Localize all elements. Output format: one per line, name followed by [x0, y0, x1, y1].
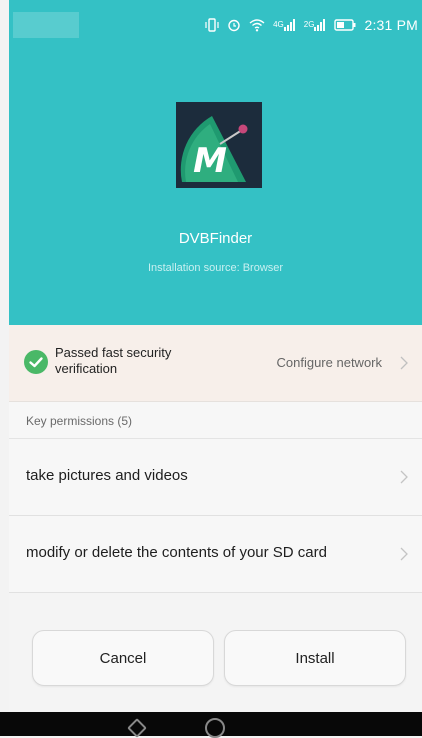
verification-text: Passed fast security verification: [55, 345, 172, 376]
permission-item-camera[interactable]: take pictures and videos: [9, 439, 422, 516]
network-b-label: 2G: [303, 20, 315, 29]
chevron-right-icon: [400, 547, 408, 561]
permission-item-storage[interactable]: modify or delete the contents of your SD…: [9, 516, 422, 593]
configure-network-link[interactable]: Configure network: [277, 355, 383, 370]
battery-icon: [334, 19, 356, 31]
app-icon: M: [176, 102, 262, 188]
cancel-button[interactable]: Cancel: [32, 630, 214, 686]
signal-2g-icon: 2G: [304, 19, 327, 31]
permissions-header: Key permissions (5): [9, 402, 422, 439]
install-screen: 4G 2G 2:31 PM M DVBFinder Installation s…: [9, 0, 422, 736]
home-nav-icon[interactable]: [205, 718, 225, 738]
permissions-header-label: Key permissions (5): [26, 414, 133, 428]
back-nav-icon[interactable]: [127, 718, 147, 738]
check-icon: [24, 350, 48, 374]
wifi-icon: [249, 18, 265, 32]
signal-4g-icon: 4G: [273, 19, 296, 31]
app-header: 4G 2G 2:31 PM M DVBFinder Installation s…: [9, 0, 422, 325]
status-time: 2:31 PM: [364, 17, 418, 33]
installation-source: Installation source: Browser: [147, 262, 284, 274]
status-icons: 4G 2G 2:31 PM: [205, 17, 418, 33]
permission-label: modify or delete the contents of your SD…: [26, 544, 327, 561]
app-name: DVBFinder: [178, 230, 253, 247]
navigation-bar: [0, 712, 422, 738]
install-button[interactable]: Install: [224, 630, 406, 686]
status-bar: 4G 2G 2:31 PM: [9, 10, 422, 40]
app-icon-letter: M: [193, 141, 227, 181]
status-notification-ghost: [13, 12, 79, 38]
alarm-icon: [227, 18, 241, 32]
network-a-label: 4G: [273, 20, 284, 29]
left-edge: [0, 0, 9, 736]
security-verification-row[interactable]: Passed fast security verification Config…: [9, 325, 422, 402]
permission-label: take pictures and videos: [26, 467, 188, 484]
chevron-right-icon: [400, 470, 408, 484]
vibrate-icon: [205, 18, 219, 32]
chevron-right-icon: [400, 356, 408, 370]
